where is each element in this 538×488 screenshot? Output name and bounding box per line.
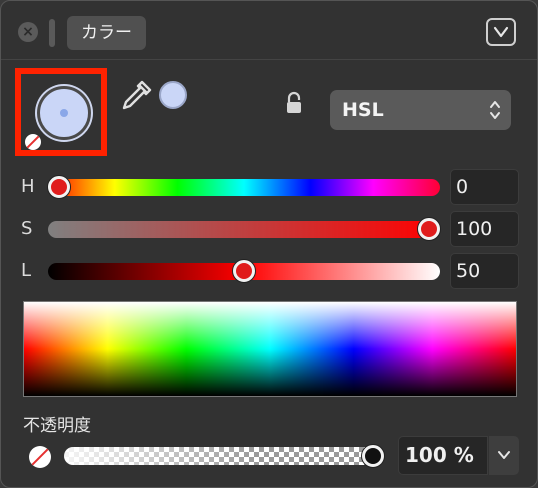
saturation-slider-thumb[interactable] (418, 218, 440, 240)
hue-slider-thumb[interactable] (48, 176, 70, 198)
hue-label: H (21, 176, 35, 197)
sampled-color-swatch[interactable] (159, 81, 187, 109)
saturation-value-field[interactable]: 100 (450, 211, 519, 247)
opacity-dropdown-button[interactable] (489, 436, 519, 475)
no-fill-icon[interactable] (25, 134, 41, 150)
chevron-down-icon (493, 26, 509, 38)
lightness-label: L (21, 260, 32, 281)
panel-header: × カラー (1, 1, 537, 59)
no-fill-icon[interactable] (29, 446, 51, 468)
opacity-value-field[interactable]: 100 % (398, 436, 488, 475)
close-icon[interactable]: × (18, 22, 38, 42)
lightness-slider-thumb[interactable] (233, 260, 255, 282)
opacity-slider-thumb[interactable] (362, 445, 384, 467)
color-mode-select[interactable]: HSL (330, 90, 511, 130)
lightness-value-field[interactable]: 50 (450, 253, 519, 289)
color-mode-value: HSL (342, 99, 384, 121)
color-panel: × カラー HSL H 0 S 100 L 50 不透明度 100 % (0, 0, 538, 488)
color-spectrum-picker[interactable] (23, 301, 517, 397)
select-arrows-icon (490, 101, 500, 119)
chevron-down-icon (498, 451, 510, 459)
header-divider (1, 59, 537, 60)
saturation-label: S (21, 218, 33, 239)
hue-slider-track[interactable] (48, 179, 440, 196)
swatch-center-dot (60, 109, 68, 117)
opacity-label: 不透明度 (23, 416, 91, 436)
drag-handle[interactable] (49, 19, 55, 47)
hue-value-field[interactable]: 0 (450, 169, 519, 205)
opacity-slider-track[interactable] (64, 447, 384, 465)
saturation-slider-track[interactable] (48, 221, 440, 238)
eyedropper-icon[interactable] (117, 77, 155, 115)
lock-icon[interactable] (285, 91, 303, 115)
tab-color[interactable]: カラー (67, 16, 146, 50)
collapse-button[interactable] (486, 18, 516, 46)
